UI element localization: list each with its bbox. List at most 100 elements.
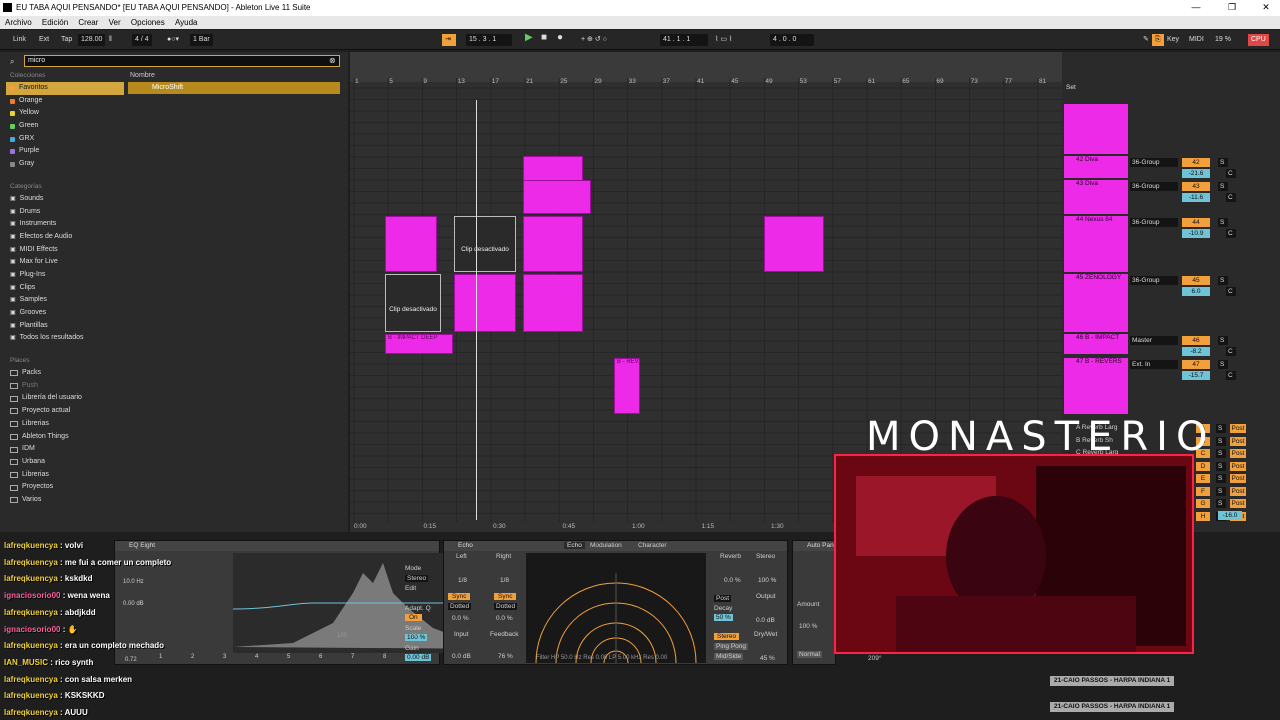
master-volume[interactable]: -16.0 [1218,511,1242,520]
track-activator[interactable]: 44 [1182,218,1210,227]
track-routing-dropdown[interactable]: Ext. In [1130,360,1178,369]
eq-band-gain-value[interactable]: 0.00 dB [123,601,144,607]
play-icon[interactable]: ▶ [522,32,536,44]
echo-device[interactable]: Echo Echo Modulation Character Left Righ… [443,540,788,665]
category-item[interactable]: ▣ Drums [6,206,124,219]
place-item[interactable]: IDM [6,443,124,456]
bottom-track-label[interactable]: 21-CAIO PASSOS - HARPA INDIANA 1 [1050,676,1174,686]
bar-ruler-label[interactable]: 37 [663,78,671,85]
follow-icon[interactable]: ⇥ [442,34,456,46]
eq-band-2[interactable]: 2 [191,654,194,660]
return-post-toggle[interactable]: Post [1230,449,1246,458]
menu-ver[interactable]: Ver [109,18,121,27]
disabled-clip[interactable]: Clip desactivado [454,216,516,272]
midi-clip[interactable] [523,180,591,214]
place-item[interactable]: Varios [6,494,124,507]
echo-feedback-value[interactable]: 76 % [498,653,513,660]
clear-search-icon[interactable]: ⊗ [329,56,336,65]
track-header[interactable]: 43 Diva [1064,180,1128,214]
echo-dotted-right[interactable]: Dotted [494,603,518,610]
bar-ruler-label[interactable]: 81 [1039,78,1047,85]
eq-q-value[interactable]: 0.72 [125,657,137,663]
bar-ruler-label[interactable]: 45 [731,78,739,85]
category-item[interactable]: ▣ Plug-Ins [6,269,124,282]
eq-band-1[interactable]: 1 [159,654,162,660]
pan-center[interactable]: C [1226,287,1236,296]
return-solo-button[interactable]: S [1216,486,1226,496]
loop-length-field[interactable]: 4 . 0 . 0 [770,34,814,46]
loop-start-field[interactable]: 41 . 1 . 1 [660,34,708,46]
track-header[interactable]: 47 B - REVERS [1064,358,1128,414]
echo-post-dropdown[interactable]: Post [714,595,732,602]
track-volume[interactable]: 6.0 [1182,287,1210,296]
echo-stereo-value[interactable]: 100 % [758,577,776,584]
category-item[interactable]: ▣ Instruments [6,218,124,231]
bar-ruler-label[interactable]: 9 [423,78,427,85]
midi-map-button[interactable]: MIDI [1186,34,1207,46]
category-item[interactable]: ▣ MIDI Effects [6,244,124,257]
midi-clip[interactable] [523,216,583,272]
category-item[interactable]: ▣ Plantillas [6,320,124,333]
bar-ruler-label[interactable]: 29 [594,78,602,85]
return-solo-button[interactable]: S [1216,499,1226,508]
track-volume[interactable]: -11.6 [1182,193,1210,202]
echo-right-value[interactable]: 1/8 [500,577,509,584]
name-column-header[interactable]: Nombre [128,70,340,82]
bar-ruler-label[interactable]: 49 [765,78,773,85]
close-icon[interactable]: ✕ [1258,2,1274,14]
place-item[interactable]: Ableton Things [6,431,124,444]
echo-sync-right[interactable]: Sync [494,593,517,600]
echo-input-value[interactable]: 0.0 dB [452,653,471,660]
bar-ruler-label[interactable]: 73 [971,78,979,85]
bar-ruler-label[interactable]: 65 [902,78,910,85]
echo-left-value[interactable]: 1/8 [458,577,467,584]
return-track-activator[interactable]: G [1196,499,1210,508]
place-item[interactable]: Proyecto actual [6,405,124,418]
bar-ruler-label[interactable]: 57 [834,78,842,85]
link-button[interactable]: Link [10,34,29,46]
track-header[interactable]: 45 ZENOLOGY [1064,274,1128,332]
place-item[interactable]: Push [6,380,124,393]
bar-ruler-label[interactable]: 5 [389,78,393,85]
place-item[interactable]: Librería del usuario [6,392,124,405]
return-track-activator[interactable]: D [1196,461,1210,471]
solo-button[interactable]: S [1218,158,1228,167]
bar-ruler-label[interactable]: 61 [868,78,876,85]
category-item[interactable]: ▣ Samples [6,294,124,307]
echo-midside-mode[interactable]: Mid/Side [714,653,744,660]
midi-clip[interactable] [385,216,437,272]
track-volume[interactable]: -21.6 [1182,169,1210,178]
auto-pan-phase-value[interactable]: 209° [868,655,881,662]
tab-modulation[interactable]: Modulation [590,542,622,549]
collection-green[interactable]: Green [6,120,124,133]
menu-opciones[interactable]: Opciones [131,18,165,27]
eq-band-6[interactable]: 6 [319,654,322,660]
return-solo-button[interactable]: S [1216,436,1226,446]
return-post-toggle[interactable]: Post [1230,474,1246,483]
time-ruler-label[interactable]: 1:30 [771,523,784,530]
category-item[interactable]: ▣ Todos los resultados [6,332,124,345]
browser-result-item[interactable]: MicroShift [128,82,340,94]
minimize-icon[interactable]: — [1188,2,1204,14]
metronome-icon[interactable]: ●○▾ [164,34,182,46]
pan-center[interactable]: C [1226,371,1236,380]
solo-button[interactable]: S [1218,360,1228,369]
track-routing-dropdown[interactable]: 36-Group [1130,182,1178,191]
eq-freq-value[interactable]: 10.0 Hz [123,579,144,585]
return-post-toggle[interactable]: Post [1230,499,1246,508]
solo-button[interactable]: S [1218,336,1228,345]
collection-favoritos[interactable]: Favoritos [6,82,124,95]
menu-edicion[interactable]: Edición [42,18,68,27]
category-item[interactable]: ▣ Efectos de Audio [6,231,124,244]
return-solo-button[interactable]: S [1216,424,1226,433]
collection-orange[interactable]: Orange [6,95,124,108]
ext-sync-button[interactable]: Ext [36,34,52,46]
return-track-activator[interactable]: H [1196,511,1210,521]
key-map-button-icon[interactable]: ⎘ [1152,34,1164,46]
bar-ruler-label[interactable]: 41 [697,78,705,85]
midi-clip[interactable] [523,274,583,332]
track-volume[interactable]: -10.9 [1182,229,1210,238]
bar-ruler-label[interactable]: 53 [800,78,808,85]
menu-archivo[interactable]: Archivo [5,18,32,27]
bar-ruler-label[interactable]: 33 [629,78,637,85]
